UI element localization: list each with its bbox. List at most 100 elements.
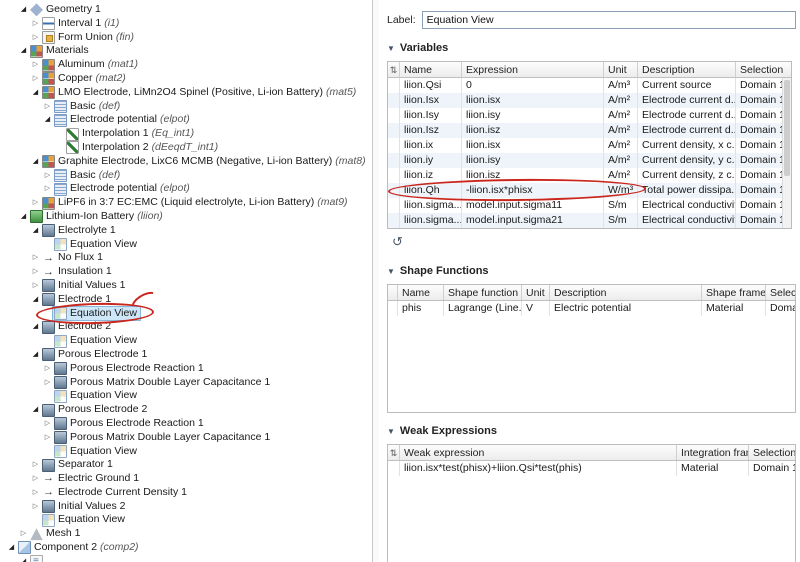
table-row[interactable]: liion.sigma... model.input.sigma11 S/m Elec… bbox=[388, 198, 791, 213]
tree-item[interactable]: ▷ Separator 1 bbox=[0, 458, 372, 472]
expand-arrow-icon[interactable]: ▷ bbox=[30, 196, 41, 210]
tree-item[interactable]: Equation View bbox=[0, 389, 372, 403]
table-row[interactable]: liion.sigma... model.input.sigma21 S/m Elec… bbox=[388, 213, 791, 228]
variables-section-header[interactable]: ▼ Variables bbox=[387, 39, 796, 57]
table-scrollbar[interactable] bbox=[782, 78, 791, 228]
tree-item[interactable]: ◢ LMO Electrode, LiMn2O4 Spinel (Positive… bbox=[0, 86, 372, 100]
expand-arrow-icon[interactable]: ▷ bbox=[42, 376, 53, 390]
tree-item[interactable]: ◢ Electrode 2 bbox=[0, 320, 372, 334]
expand-arrow-icon[interactable]: ▷ bbox=[30, 279, 41, 293]
table-row[interactable]: liion.iy liion.isy A/m² Current density, y … bbox=[388, 153, 791, 168]
table-row[interactable]: liion.isx*test(phisx)+liion.Qsi*test(phi… bbox=[388, 461, 795, 476]
column-header[interactable]: Unit bbox=[604, 62, 638, 77]
tree-item[interactable]: ▷ → Electrode Current Density 1 bbox=[0, 486, 372, 500]
collapse-arrow-icon[interactable]: ◢ bbox=[6, 541, 17, 555]
expand-arrow-icon[interactable]: ▷ bbox=[30, 17, 41, 31]
collapse-arrow-icon[interactable]: ◢ bbox=[30, 403, 41, 417]
collapse-arrow-icon[interactable]: ◢ bbox=[30, 155, 41, 169]
expand-arrow-icon[interactable]: ▷ bbox=[18, 527, 29, 541]
collapse-triangle-icon[interactable]: ▼ bbox=[387, 44, 395, 53]
tree-item[interactable]: ▷ Aluminum (mat1) bbox=[0, 58, 372, 72]
tree-item[interactable]: ◢ Porous Electrode 2 bbox=[0, 403, 372, 417]
table-row[interactable]: phis Lagrange (Line... V Electric potential… bbox=[388, 301, 795, 316]
column-header[interactable]: Unit bbox=[522, 285, 550, 300]
tree-item[interactable]: Equation View bbox=[0, 300, 372, 326]
tree-item[interactable]: ▷ Copper (mat2) bbox=[0, 72, 372, 86]
expand-arrow-icon[interactable]: ▷ bbox=[30, 58, 41, 72]
column-header[interactable]: Selection bbox=[749, 445, 795, 460]
tree-item[interactable]: ◢ bbox=[0, 555, 372, 562]
table-row[interactable]: liion.ix liion.isx A/m² Current density, x … bbox=[388, 138, 791, 153]
expand-arrow-icon[interactable]: ▷ bbox=[30, 486, 41, 500]
collapse-arrow-icon[interactable]: ◢ bbox=[30, 348, 41, 362]
tree-item[interactable]: Equation View bbox=[0, 334, 372, 348]
expand-arrow-icon[interactable]: ▷ bbox=[42, 362, 53, 376]
tree-item[interactable]: ▷ Mesh 1 bbox=[0, 527, 372, 541]
table-row[interactable]: liion.Isz liion.isz A/m² Electrode current … bbox=[388, 123, 791, 138]
tree-item[interactable]: ◢ Electrode potential (elpot) bbox=[0, 113, 372, 127]
column-header[interactable]: Shape function bbox=[444, 285, 522, 300]
table-row[interactable]: liion.Isx liion.isx A/m² Electrode current … bbox=[388, 93, 791, 108]
tree-item[interactable]: ▷ Porous Electrode Reaction 1 bbox=[0, 362, 372, 376]
expand-arrow-icon[interactable]: ▷ bbox=[42, 100, 53, 114]
column-header[interactable]: Name bbox=[398, 285, 444, 300]
collapse-arrow-icon[interactable]: ◢ bbox=[42, 113, 53, 127]
collapse-triangle-icon[interactable]: ▼ bbox=[387, 267, 395, 276]
collapse-arrow-icon[interactable]: ◢ bbox=[18, 210, 29, 224]
tree-item[interactable]: ▷ Electrode potential (elpot) bbox=[0, 182, 372, 196]
tree-item[interactable]: ▷ → No Flux 1 bbox=[0, 251, 372, 265]
weak-expressions-section-header[interactable]: ▼ Weak Expressions bbox=[387, 422, 796, 440]
tree-item[interactable]: ▷ Porous Electrode Reaction 1 bbox=[0, 417, 372, 431]
tree-item[interactable]: ▷ Porous Matrix Double Layer Capacitance … bbox=[0, 376, 372, 390]
table-row[interactable]: liion.iz liion.isz A/m² Current density, z … bbox=[388, 168, 791, 183]
table-row[interactable]: liion.Qsi 0 A/m³ Current source Domain 1 bbox=[388, 78, 791, 93]
column-header[interactable]: Name bbox=[400, 62, 462, 77]
expand-arrow-icon[interactable]: ▷ bbox=[30, 31, 41, 45]
collapse-arrow-icon[interactable]: ◢ bbox=[18, 44, 29, 58]
column-header[interactable]: Expression bbox=[462, 62, 604, 77]
label-input[interactable] bbox=[421, 11, 796, 29]
tree-item[interactable]: ◢ Component 2 (comp2) bbox=[0, 541, 372, 555]
tree-item[interactable]: ▷ → Insulation 1 bbox=[0, 265, 372, 279]
expand-arrow-icon[interactable]: ▷ bbox=[42, 417, 53, 431]
tree-item[interactable]: Interpolation 1 (Eq_int1) bbox=[0, 127, 372, 141]
tree-item[interactable]: ◢ Graphite Electrode, LixC6 MCMB (Negativ… bbox=[0, 155, 372, 169]
shape-functions-section-header[interactable]: ▼ Shape Functions bbox=[387, 262, 796, 280]
expand-arrow-icon[interactable]: ▷ bbox=[30, 472, 41, 486]
collapse-arrow-icon[interactable]: ◢ bbox=[18, 555, 29, 562]
expand-arrow-icon[interactable]: ▷ bbox=[30, 265, 41, 279]
table-row[interactable]: liion.Isy liion.isy A/m² Electrode current … bbox=[388, 108, 791, 123]
tree-item[interactable]: ▷ Basic (def) bbox=[0, 169, 372, 183]
collapse-arrow-icon[interactable]: ◢ bbox=[30, 320, 41, 334]
column-header[interactable]: Description bbox=[638, 62, 736, 77]
tree-item[interactable]: ▷ → Electric Ground 1 bbox=[0, 472, 372, 486]
column-header[interactable]: Weak expression bbox=[400, 445, 677, 460]
tree-item[interactable]: Equation View bbox=[0, 238, 372, 252]
expand-arrow-icon[interactable]: ▷ bbox=[42, 169, 53, 183]
column-header[interactable]: Description bbox=[550, 285, 702, 300]
expand-arrow-icon[interactable]: ▷ bbox=[30, 500, 41, 514]
tree-item[interactable]: Interpolation 2 (dEeqdT_int1) bbox=[0, 141, 372, 155]
tree-item[interactable]: ▷ Form Union (fin) bbox=[0, 31, 372, 45]
collapse-triangle-icon[interactable]: ▼ bbox=[387, 427, 395, 436]
tree-item[interactable]: ◢ Geometry 1 bbox=[0, 3, 372, 17]
expand-arrow-icon[interactable]: ▷ bbox=[42, 431, 53, 445]
column-header[interactable]: Integration frame bbox=[677, 445, 749, 460]
tree-item[interactable]: ▷ LiPF6 in 3:7 EC:EMC (Liquid electrolyte… bbox=[0, 196, 372, 210]
collapse-arrow-icon[interactable]: ◢ bbox=[30, 293, 41, 307]
tree-item[interactable]: ▷ Basic (def) bbox=[0, 100, 372, 114]
expand-arrow-icon[interactable]: ▷ bbox=[30, 251, 41, 265]
tree-item[interactable]: ◢ Materials bbox=[0, 44, 372, 58]
tree-item[interactable]: Equation View bbox=[0, 513, 372, 527]
tree-item[interactable]: ▷ Interval 1 (i1) bbox=[0, 17, 372, 31]
column-header[interactable]: Selection bbox=[736, 62, 784, 77]
expand-arrow-icon[interactable]: ▷ bbox=[42, 182, 53, 196]
tree-item[interactable]: ◢ Lithium-Ion Battery (liion) bbox=[0, 210, 372, 224]
update-icon[interactable]: ↺ bbox=[389, 234, 406, 250]
tree-item[interactable]: ▷ Initial Values 1 bbox=[0, 279, 372, 293]
collapse-arrow-icon[interactable]: ◢ bbox=[30, 224, 41, 238]
column-header[interactable]: Selection bbox=[766, 285, 795, 300]
tree-item[interactable]: Equation View bbox=[0, 445, 372, 459]
collapse-arrow-icon[interactable]: ◢ bbox=[30, 86, 41, 100]
tree-item[interactable]: ◢ Electrolyte 1 bbox=[0, 224, 372, 238]
